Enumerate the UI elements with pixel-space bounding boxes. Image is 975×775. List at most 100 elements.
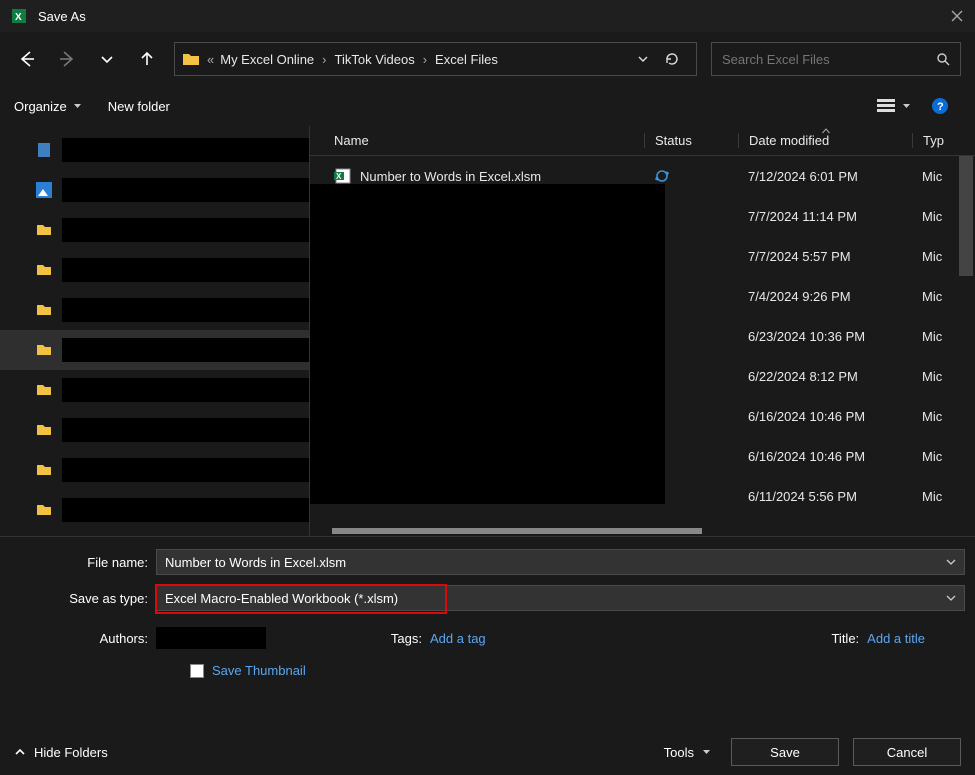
chevron-down-icon[interactable] — [946, 557, 956, 567]
nav-item[interactable] — [0, 370, 309, 410]
title-bar: X Save As — [0, 0, 975, 32]
organize-button[interactable]: Organize — [14, 99, 82, 114]
tags-label: Tags: — [310, 631, 430, 646]
file-name: Number to Words in Excel.xlsm — [360, 169, 541, 184]
svg-text:X: X — [15, 12, 22, 23]
saveastype-row: Save as type: Excel Macro-Enabled Workbo… — [10, 585, 965, 611]
file-list-pane: Name Status Date modified Typ X Number t… — [310, 126, 975, 536]
search-input[interactable] — [722, 52, 928, 67]
nav-item[interactable] — [0, 250, 309, 290]
breadcrumb-item[interactable]: My Excel Online — [220, 52, 314, 67]
forward-button[interactable] — [54, 46, 80, 72]
sync-icon — [654, 168, 670, 184]
authors-label: Authors: — [10, 631, 156, 646]
tags-input[interactable]: Add a tag — [430, 631, 486, 646]
folder-icon — [36, 462, 52, 478]
navigation-pane[interactable] — [0, 126, 310, 536]
overflow-chevron-icon[interactable]: « — [205, 52, 216, 67]
breadcrumb: My Excel Online › TikTok Videos › Excel … — [220, 52, 622, 67]
svg-text:?: ? — [937, 101, 944, 113]
bottom-bar: Hide Folders Tools Save Cancel — [0, 729, 975, 775]
saveastype-input[interactable]: Excel Macro-Enabled Workbook (*.xlsm) — [156, 585, 965, 611]
save-thumbnail-row[interactable]: Save Thumbnail — [10, 663, 965, 678]
nav-item[interactable] — [0, 170, 309, 210]
chevron-down-icon — [73, 102, 82, 111]
back-button[interactable] — [14, 46, 40, 72]
filename-label: File name: — [10, 555, 156, 570]
organize-label: Organize — [14, 99, 67, 114]
col-date[interactable]: Date modified — [738, 133, 912, 148]
chevron-down-icon — [702, 748, 711, 757]
breadcrumb-item[interactable]: Excel Files — [435, 52, 498, 67]
nav-item[interactable] — [0, 130, 309, 170]
address-bar[interactable]: « My Excel Online › TikTok Videos › Exce… — [174, 42, 697, 76]
folder-icon — [36, 262, 52, 278]
hide-folders-button[interactable]: Hide Folders — [14, 745, 108, 760]
svg-text:X: X — [336, 172, 342, 181]
new-folder-button[interactable]: New folder — [108, 99, 170, 114]
title-label: Title: — [807, 631, 867, 646]
sort-indicator-icon — [821, 128, 830, 134]
refresh-button[interactable] — [664, 51, 680, 67]
nav-item[interactable] — [0, 290, 309, 330]
h-scrollbar[interactable] — [332, 528, 702, 534]
view-button[interactable] — [876, 97, 911, 115]
list-view-icon — [876, 97, 896, 115]
document-icon — [36, 142, 52, 158]
cancel-button[interactable]: Cancel — [853, 738, 961, 766]
filename-row: File name: Number to Words in Excel.xlsm — [10, 549, 965, 575]
title-input[interactable]: Add a title — [867, 631, 925, 646]
chevron-up-icon — [14, 746, 26, 758]
folder-icon — [36, 222, 52, 238]
save-button[interactable]: Save — [731, 738, 839, 766]
chevron-down-icon — [902, 102, 911, 111]
filename-value: Number to Words in Excel.xlsm — [165, 555, 346, 570]
toolbar: Organize New folder ? — [0, 86, 975, 126]
checkbox[interactable] — [190, 664, 204, 678]
col-type[interactable]: Typ — [912, 133, 960, 148]
scrollbar[interactable] — [959, 156, 973, 276]
saveastype-value: Excel Macro-Enabled Workbook (*.xlsm) — [165, 591, 398, 606]
nav-item[interactable] — [0, 410, 309, 450]
save-thumbnail-label: Save Thumbnail — [212, 663, 306, 678]
metadata-row: Authors: Tags: Add a tag Title: Add a ti… — [10, 621, 965, 657]
chevron-right-icon[interactable]: › — [419, 52, 431, 67]
content-area: Name Status Date modified Typ X Number t… — [0, 126, 975, 536]
folder-icon — [36, 382, 52, 398]
file-date: 7/12/2024 6:01 PM — [738, 169, 912, 184]
col-name[interactable]: Name — [334, 133, 644, 148]
folder-icon — [36, 422, 52, 438]
folder-icon — [36, 502, 52, 518]
help-button[interactable]: ? — [931, 97, 949, 115]
excel-macro-file-icon: X — [334, 167, 352, 185]
col-status[interactable]: Status — [644, 133, 738, 148]
recent-locations-button[interactable] — [94, 46, 120, 72]
authors-value[interactable] — [156, 627, 266, 649]
breadcrumb-item[interactable]: TikTok Videos — [335, 52, 415, 67]
window-title: Save As — [38, 9, 86, 24]
save-form: File name: Number to Words in Excel.xlsm… — [0, 536, 975, 684]
folder-icon — [36, 342, 52, 358]
file-type: Mic — [912, 169, 960, 184]
picture-icon — [36, 182, 52, 198]
saveastype-label: Save as type: — [10, 591, 156, 606]
nav-item[interactable] — [0, 490, 309, 530]
search-icon[interactable] — [936, 52, 950, 66]
column-headers: Name Status Date modified Typ — [310, 126, 975, 156]
filename-input[interactable]: Number to Words in Excel.xlsm — [156, 549, 965, 575]
tools-button[interactable]: Tools — [664, 745, 717, 760]
redacted-area — [310, 184, 665, 504]
nav-item[interactable] — [0, 330, 309, 370]
chevron-right-icon[interactable]: › — [318, 52, 330, 67]
nav-item[interactable] — [0, 450, 309, 490]
up-button[interactable] — [134, 46, 160, 72]
nav-item[interactable] — [0, 210, 309, 250]
search-box[interactable] — [711, 42, 961, 76]
address-dropdown-button[interactable] — [636, 52, 650, 66]
folder-icon — [36, 302, 52, 318]
chevron-down-icon[interactable] — [946, 593, 956, 603]
folder-icon — [181, 49, 201, 69]
excel-icon: X — [12, 8, 28, 24]
navigation-row: « My Excel Online › TikTok Videos › Exce… — [0, 32, 975, 86]
close-button[interactable] — [947, 6, 967, 26]
